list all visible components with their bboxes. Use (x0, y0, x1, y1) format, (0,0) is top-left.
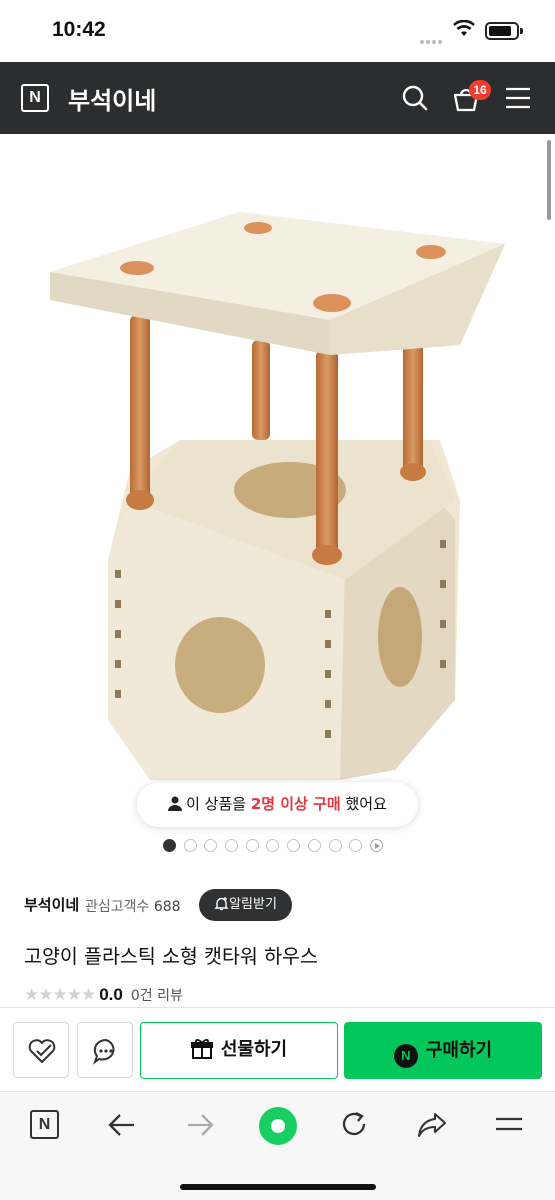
rating-stars: ★★★★★ (24, 985, 96, 1005)
status-bar: 10:42 (0, 0, 555, 62)
cellular-signal-icon (420, 29, 446, 44)
image-pagination[interactable] (163, 839, 391, 855)
buyer-notice-prefix: 이 상품을 (186, 795, 247, 813)
buyer-notice-highlight: 2명 이상 구매 (250, 795, 341, 813)
green-dot-home-icon[interactable] (258, 1106, 298, 1146)
naver-home-button[interactable]: N (30, 1110, 59, 1139)
wishlist-button[interactable] (13, 1022, 69, 1078)
rating-score: 0.0 (99, 985, 123, 1004)
store-name[interactable]: 부석이네 (68, 81, 156, 116)
page-dot[interactable] (328, 839, 342, 852)
chat-bubble-icon (93, 1038, 115, 1065)
share-icon[interactable] (417, 1112, 447, 1138)
product-image-carousel[interactable] (0, 134, 555, 834)
cart-count-badge: 16 (469, 80, 491, 100)
menu-icon[interactable] (495, 1115, 523, 1133)
page-dot[interactable] (245, 839, 259, 852)
page-dot[interactable] (163, 839, 176, 852)
page-dot[interactable] (183, 839, 197, 852)
gift-icon (190, 1039, 213, 1059)
status-time: 10:42 (52, 18, 106, 41)
alarm-label: 알림받기 (229, 897, 277, 912)
refresh-icon[interactable] (340, 1110, 368, 1138)
heart-check-icon (28, 1039, 56, 1063)
page-dot[interactable] (287, 839, 301, 852)
naver-pay-icon: N (393, 1044, 418, 1068)
seller-name[interactable]: 부석이네 (24, 894, 79, 915)
wifi-icon (453, 20, 475, 36)
battery-icon (485, 22, 523, 40)
gift-button[interactable]: 선물하기 (140, 1022, 338, 1079)
page-dot[interactable] (349, 839, 363, 852)
seller-fans: 관심고객수 688 (85, 896, 181, 916)
fans-count: 688 (153, 899, 181, 915)
forward-arrow-icon[interactable] (186, 1112, 214, 1138)
product-title: 고양이 플라스틱 소형 캣타워 하우스 (24, 945, 318, 968)
page-dot[interactable] (266, 839, 280, 852)
rating-row[interactable]: ★★★★★ 0.0 0건 리뷰 (24, 985, 183, 1005)
buy-button[interactable]: N 구매하기 (344, 1022, 542, 1079)
person-icon (168, 796, 183, 811)
naver-logo[interactable]: N (21, 84, 49, 112)
talk-button[interactable] (77, 1022, 133, 1078)
bell-plus-icon (214, 897, 229, 911)
page-dot[interactable] (307, 839, 321, 852)
scrollbar[interactable] (547, 140, 551, 220)
buy-label: 구매하기 (425, 1040, 493, 1061)
fans-label: 관심고객수 (85, 899, 150, 915)
buyer-count-notice: 이 상품을 2명 이상 구매 했어요 (137, 782, 418, 827)
search-icon[interactable] (401, 84, 429, 112)
page-dot[interactable] (204, 839, 218, 852)
gift-label: 선물하기 (220, 1039, 288, 1060)
home-indicator (180, 1184, 376, 1190)
buyer-notice-suffix: 했어요 (345, 795, 387, 813)
purchase-bar: 선물하기 N 구매하기 (0, 1007, 555, 1091)
review-count[interactable]: 0건 리뷰 (131, 988, 183, 1004)
back-arrow-icon[interactable] (108, 1112, 136, 1138)
video-play-icon[interactable] (369, 839, 383, 852)
menu-icon[interactable] (505, 87, 531, 109)
alarm-button[interactable]: 알림받기 (199, 889, 292, 921)
page-dot[interactable] (225, 839, 239, 852)
store-header: N 부석이네 (0, 62, 555, 134)
product-photo (50, 212, 505, 780)
